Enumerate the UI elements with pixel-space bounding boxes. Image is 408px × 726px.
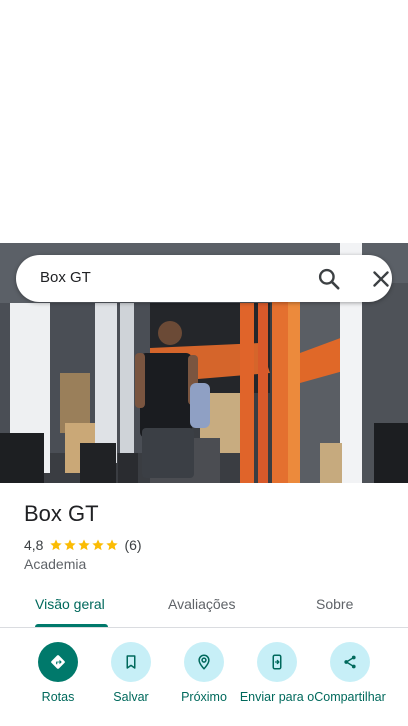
place-category: Academia: [24, 556, 87, 572]
tab-overview[interactable]: Visão geral: [35, 596, 105, 612]
search-icon[interactable]: [316, 266, 342, 292]
send-to-phone-icon[interactable]: [257, 642, 297, 682]
star-icon: [64, 539, 77, 551]
rating-row[interactable]: 4,8 (6): [24, 536, 142, 554]
directions-button[interactable]: Rotas: [18, 642, 98, 704]
nearby-label: Próximo: [181, 690, 227, 704]
save-button[interactable]: Salvar: [91, 642, 171, 704]
save-label: Salvar: [113, 690, 149, 704]
nearby-icon[interactable]: [184, 642, 224, 682]
map-area-blank: [0, 0, 408, 243]
star-icon: [106, 539, 119, 551]
tab-reviews[interactable]: Avaliações: [168, 596, 235, 612]
review-count[interactable]: (6): [124, 537, 141, 553]
active-tab-indicator: [35, 624, 108, 627]
share-icon[interactable]: [330, 642, 370, 682]
star-icon: [50, 539, 63, 551]
nearby-button[interactable]: Próximo: [164, 642, 244, 704]
search-input[interactable]: Box GT: [40, 269, 91, 286]
close-icon[interactable]: [368, 266, 394, 292]
bookmark-icon[interactable]: [111, 642, 151, 682]
star-rating: [49, 538, 119, 552]
place-tabs: Visão geral Avaliações Sobre: [0, 588, 408, 628]
place-title: Box GT: [24, 501, 99, 526]
star-icon: [92, 539, 105, 551]
directions-icon[interactable]: [38, 642, 78, 682]
search-bar[interactable]: Box GT: [16, 255, 392, 302]
send-to-phone-button[interactable]: Enviar para o: [237, 642, 317, 704]
star-icon: [78, 539, 91, 551]
rating-value: 4,8: [24, 537, 44, 553]
tab-about[interactable]: Sobre: [316, 596, 353, 612]
share-label: Compartilhar: [314, 690, 386, 704]
send-to-phone-label: Enviar para o: [239, 690, 315, 704]
directions-label: Rotas: [41, 690, 75, 704]
share-button[interactable]: Compartilhar: [310, 642, 390, 704]
